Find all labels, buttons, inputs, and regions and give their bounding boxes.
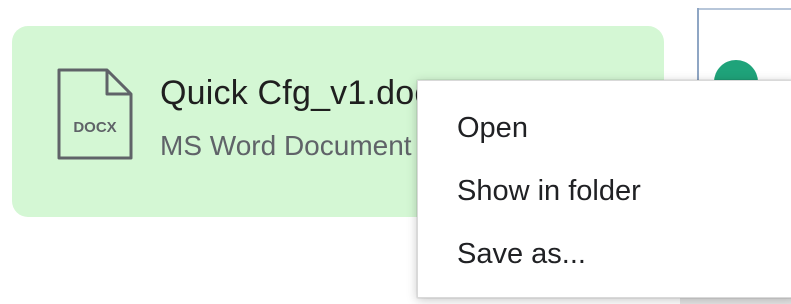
window-edge xyxy=(699,8,791,10)
file-type: MS Word Document xyxy=(160,130,412,161)
screen: DOCX Quick Cfg_v1.docx MS Word Document … xyxy=(0,0,791,304)
menu-item-show-in-folder[interactable]: Show in folder xyxy=(418,161,791,221)
menu-item-open[interactable]: Open xyxy=(418,98,791,158)
file-icon-label: DOCX xyxy=(73,119,116,136)
context-menu: Open Show in folder Save as... xyxy=(417,80,791,298)
menu-item-save-as[interactable]: Save as... xyxy=(418,224,791,284)
docx-file-icon: DOCX xyxy=(57,68,133,160)
file-name: Quick Cfg_v1.docx xyxy=(160,74,449,112)
